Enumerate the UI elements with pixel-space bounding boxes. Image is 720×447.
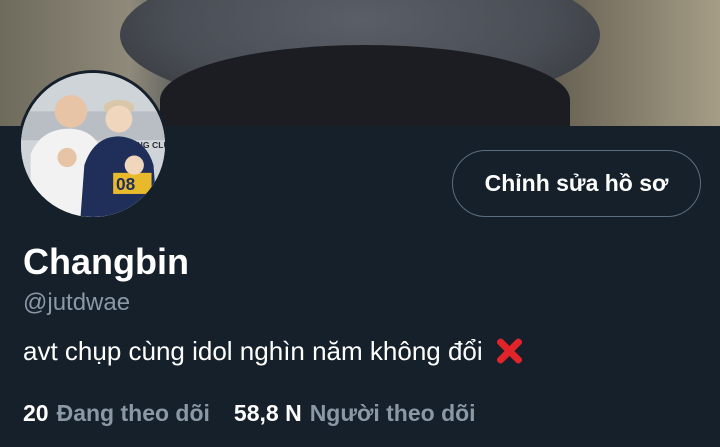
- followers-count: 58,8 N: [233, 400, 302, 426]
- followers-link[interactable]: 58,8 N Người theo dõi: [234, 396, 476, 430]
- bio-text: avt chụp cùng idol nghìn năm không đổi: [23, 336, 483, 366]
- svg-text:08: 08: [116, 174, 136, 194]
- followers-label: Người theo dõi: [309, 400, 476, 426]
- following-link[interactable]: 20 Đang theo dõi: [23, 396, 210, 430]
- avatar[interactable]: ING CLU 08: [18, 70, 168, 220]
- profile-bio: avt chụp cùng idol nghìn năm không đổi: [23, 333, 525, 369]
- follow-stats: 20 Đang theo dõi 58,8 N Người theo dõi: [23, 396, 476, 430]
- avatar-photo: ING CLU 08: [21, 73, 165, 217]
- following-count: 20: [23, 400, 49, 426]
- following-label: Đang theo dõi: [56, 400, 210, 426]
- display-name: Changbin: [23, 241, 189, 282]
- cross-mark-icon: [493, 335, 525, 367]
- username-handle: @jutdwae: [23, 289, 131, 316]
- edit-profile-button[interactable]: Chỉnh sửa hồ sơ: [452, 150, 701, 217]
